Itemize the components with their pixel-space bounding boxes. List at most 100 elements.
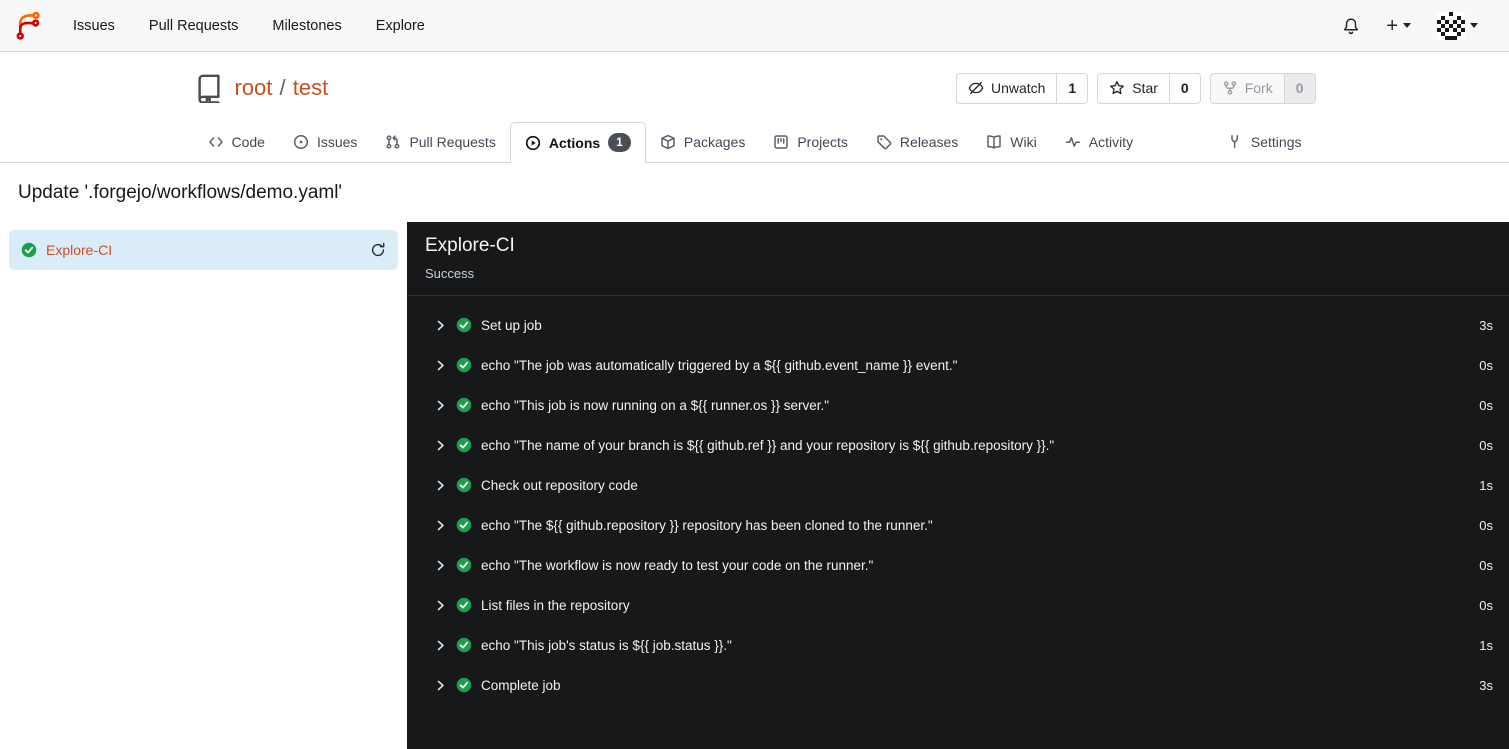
tab-settings[interactable]: Settings <box>1213 122 1316 162</box>
success-icon <box>456 317 472 333</box>
create-new-button[interactable]: + <box>1373 16 1424 36</box>
tab-packages[interactable]: Packages <box>646 122 759 162</box>
chevron-right-icon[interactable] <box>434 519 447 532</box>
watchers-count[interactable]: 1 <box>1056 73 1087 103</box>
tab-actions[interactable]: Actions 1 <box>509 122 646 163</box>
chevron-right-icon[interactable] <box>434 439 447 452</box>
success-icon <box>456 597 472 613</box>
step-duration: 0s <box>1479 397 1493 413</box>
step-row[interactable]: echo "This job is now running on a ${{ r… <box>407 385 1509 425</box>
tab-wiki[interactable]: Wiki <box>972 122 1050 162</box>
repo-tabbar: Code Issues Pull Requests Actions 1 Pack… <box>194 122 1316 163</box>
step-name: echo "The ${{ github.repository }} repos… <box>481 517 933 533</box>
chevron-right-icon[interactable] <box>434 559 447 572</box>
tab-projects[interactable]: Projects <box>759 122 862 162</box>
success-icon <box>456 637 472 653</box>
tab-code[interactable]: Code <box>194 122 279 162</box>
step-row[interactable]: echo "The job was automatically triggere… <box>407 345 1509 385</box>
caret-down-icon <box>1403 23 1411 28</box>
chevron-right-icon[interactable] <box>434 319 447 332</box>
navbar-item-explore[interactable]: Explore <box>359 18 442 34</box>
step-duration: 0s <box>1479 557 1493 573</box>
success-icon <box>456 357 472 373</box>
code-icon <box>208 137 223 147</box>
step-duration: 0s <box>1479 517 1493 533</box>
chevron-right-icon[interactable] <box>434 679 447 692</box>
step-row[interactable]: echo "The name of your branch is ${{ git… <box>407 425 1509 465</box>
tools-icon <box>1231 135 1238 148</box>
step-name: echo "The job was automatically triggere… <box>481 357 958 373</box>
success-icon <box>456 557 472 573</box>
tab-activity[interactable]: Activity <box>1051 122 1147 162</box>
step-duration: 0s <box>1479 357 1493 373</box>
step-name: echo "The name of your branch is ${{ git… <box>481 437 1055 453</box>
play-circle-icon <box>525 135 540 150</box>
chevron-right-icon[interactable] <box>434 479 447 492</box>
job-item-explore-ci[interactable]: Explore-CI <box>9 230 398 270</box>
step-duration: 0s <box>1479 597 1493 613</box>
tab-pull-requests[interactable]: Pull Requests <box>371 122 509 162</box>
step-row[interactable]: Set up job 3s <box>407 305 1509 345</box>
step-name: echo "This job's status is ${{ job.statu… <box>481 637 732 653</box>
step-name: Check out repository code <box>481 477 638 493</box>
star-label: Star <box>1132 80 1158 96</box>
run-job-title: Explore-CI <box>425 235 515 256</box>
step-row[interactable]: echo "This job's status is ${{ job.statu… <box>407 625 1509 665</box>
unwatch-label: Unwatch <box>990 80 1046 96</box>
step-duration: 3s <box>1479 677 1493 693</box>
success-icon <box>456 437 472 453</box>
job-name: Explore-CI <box>46 242 113 258</box>
navbar-item-milestones[interactable]: Milestones <box>255 18 358 34</box>
pull-request-icon <box>386 135 400 149</box>
book-icon <box>987 135 1002 149</box>
top-navbar: Issues Pull Requests Milestones Explore … <box>0 0 1509 52</box>
forks-count: 0 <box>1283 73 1315 103</box>
step-row[interactable]: echo "The ${{ github.repository }} repos… <box>407 505 1509 545</box>
chevron-right-icon[interactable] <box>434 399 447 412</box>
step-duration: 1s <box>1479 477 1493 493</box>
step-name: Set up job <box>481 317 542 333</box>
step-row[interactable]: Complete job 3s <box>407 665 1509 705</box>
jobs-sidebar: Explore-CI <box>0 222 407 749</box>
package-icon <box>661 134 675 150</box>
fork-button[interactable]: Fork 0 <box>1209 72 1316 104</box>
success-icon <box>21 242 37 258</box>
caret-down-icon <box>1470 23 1478 28</box>
tab-issues[interactable]: Issues <box>279 122 371 162</box>
fork-label: Fork <box>1244 80 1273 96</box>
navbar-item-issues[interactable]: Issues <box>56 18 132 34</box>
success-icon <box>456 517 472 533</box>
repo-header: root / test Unwatch 1 Star 0 Fork 0 Code… <box>0 52 1509 163</box>
chevron-right-icon[interactable] <box>434 599 447 612</box>
repo-owner-link[interactable]: root <box>235 75 273 100</box>
fork-icon <box>1222 80 1238 96</box>
repo-name-link[interactable]: test <box>293 75 328 100</box>
actions-count-badge: 1 <box>608 133 631 152</box>
success-icon <box>456 397 472 413</box>
step-name: List files in the repository <box>481 597 630 613</box>
tab-releases[interactable]: Releases <box>862 122 972 162</box>
unwatch-button[interactable]: Unwatch 1 <box>955 72 1089 104</box>
step-row[interactable]: echo "The workflow is now ready to test … <box>407 545 1509 585</box>
tag-icon <box>877 135 892 150</box>
user-menu-button[interactable] <box>1424 11 1491 40</box>
project-icon <box>774 135 789 149</box>
sync-icon <box>370 242 386 258</box>
pulse-icon <box>1065 137 1080 147</box>
repo-separator: / <box>279 75 286 100</box>
step-name: echo "The workflow is now ready to test … <box>481 557 874 573</box>
run-status: Success <box>425 266 475 281</box>
chevron-right-icon[interactable] <box>434 639 447 652</box>
step-row[interactable]: List files in the repository 0s <box>407 585 1509 625</box>
navbar-item-pull-requests[interactable]: Pull Requests <box>132 18 255 34</box>
star-button[interactable]: Star 0 <box>1097 72 1201 104</box>
notifications-button[interactable] <box>1329 17 1373 35</box>
chevron-right-icon[interactable] <box>434 359 447 372</box>
stars-count[interactable]: 0 <box>1168 73 1200 103</box>
page-title: Update '.forgejo/workflows/demo.yaml' <box>18 182 343 203</box>
forgejo-logo-icon <box>16 11 40 40</box>
step-row[interactable]: Check out repository code 1s <box>407 465 1509 505</box>
forgejo-logo[interactable] <box>14 11 56 41</box>
rerun-job-button[interactable] <box>370 242 386 258</box>
run-header: Explore-CI Success <box>407 222 1509 296</box>
